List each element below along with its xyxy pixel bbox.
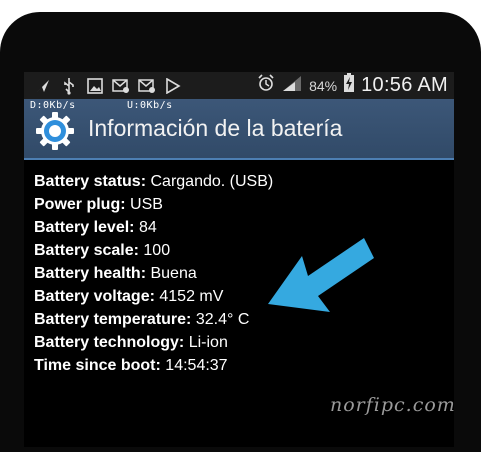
watermark: norfipc.com [330,394,454,416]
status-right: 84% 10:56 AM [257,73,448,98]
settings-gear-icon[interactable] [36,112,74,150]
battery-percent: 84% [309,77,338,94]
info-row-status: Battery status: Cargando. (USB) [34,173,274,190]
info-row-health: Battery health: Buena [34,265,197,282]
info-row-power-plug: Power plug: USB [34,196,163,213]
mail-icon [112,77,130,95]
info-row-uptime: Time since boot: 14:54:37 [34,357,228,374]
notification-icons [34,77,182,95]
app-title-bar: D:0Kb/s U:0Kb/s Información de la baterí… [24,99,454,160]
app-title: Información de la batería [88,115,343,141]
info-row-scale: Battery scale: 100 [34,242,171,259]
navigation-icon [34,77,52,95]
alarm-icon [257,74,275,97]
screen: 84% 10:56 AM D:0Kb/s U:0Kb/s Información… [24,72,454,447]
play-store-icon [164,77,182,95]
battery-info-list: Battery status: Cargando. (USB) Power pl… [34,170,273,377]
battery-charging-icon [343,73,355,98]
upload-speed: U:0Kb/s [127,100,173,111]
info-row-level: Battery level: 84 [34,219,157,236]
image-icon [86,77,104,95]
info-row-technology: Battery technology: Li-ion [34,334,228,351]
phone-frame: 84% 10:56 AM D:0Kb/s U:0Kb/s Información… [0,12,481,452]
network-speed: D:0Kb/s U:0Kb/s [30,100,172,111]
download-speed: D:0Kb/s [30,100,76,111]
status-bar: 84% 10:56 AM [24,72,454,99]
usb-icon [60,77,78,95]
signal-icon [281,74,303,97]
info-row-voltage: Battery voltage: 4152 mV [34,288,224,305]
clock: 10:56 AM [361,74,448,96]
mail-icon [138,77,156,95]
highlight-arrow-icon [268,238,374,312]
info-row-temperature: Battery temperature: 32.4° C [34,311,250,328]
